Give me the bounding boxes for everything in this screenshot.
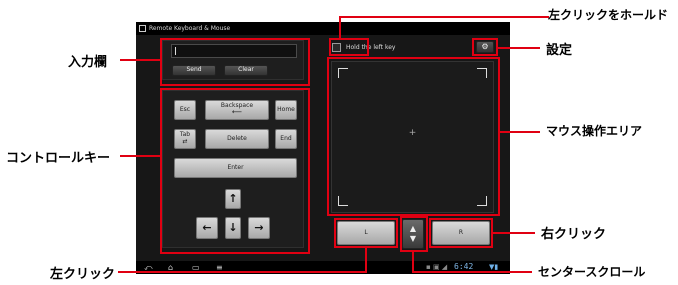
delete-key[interactable]: Delete <box>205 129 269 149</box>
center-scroll-control[interactable]: ▲ ▼ <box>402 219 424 249</box>
arrow-right-key[interactable]: → <box>248 217 270 239</box>
hold-checkbox[interactable] <box>332 43 341 52</box>
enter-key[interactable]: Enter <box>174 158 297 178</box>
leader-hold-h <box>339 16 549 18</box>
arrow-up-icon: ↑ <box>228 191 238 205</box>
esc-key[interactable]: Esc <box>174 100 196 120</box>
corner-bottom-right <box>477 196 487 206</box>
text-caret <box>175 47 176 55</box>
callout-left-click: 左クリック <box>50 267 116 282</box>
tab-key[interactable]: Tab ⇄ <box>174 129 196 149</box>
callout-hold-left: 左クリックをホールド <box>548 8 669 22</box>
arrow-down-key[interactable]: ↓ <box>225 217 241 239</box>
app-title: Remote Keyboard & Mouse <box>149 25 231 32</box>
callout-mouse-area: マウス操作エリア <box>546 124 643 138</box>
leader-control <box>120 155 160 157</box>
arrow-up-key[interactable]: ↑ <box>225 189 241 209</box>
corner-top-right <box>477 68 487 78</box>
text-input[interactable] <box>171 44 297 58</box>
leader-right-click <box>493 232 535 234</box>
end-key[interactable]: End <box>275 129 297 149</box>
callout-settings: 設定 <box>546 43 573 58</box>
leader-scroll-v <box>412 252 414 272</box>
input-panel: Send Clear <box>162 40 304 80</box>
gear-icon: ⚙ <box>481 41 489 51</box>
crosshair-icon: + <box>408 128 417 138</box>
callout-control-keys: コントロールキー <box>6 151 111 166</box>
leader-mouse-area <box>500 131 540 133</box>
callout-center-scroll: センタースクロール <box>538 265 646 279</box>
backspace-key[interactable]: Backspace ⟵ <box>205 100 269 120</box>
status-clock: 6:42 <box>454 262 474 271</box>
leader-input <box>120 59 160 61</box>
callout-input-field: 入力欄 <box>68 55 108 70</box>
scroll-up-icon: ▲ <box>409 224 417 233</box>
corner-bottom-left <box>338 196 348 206</box>
leader-hold-v <box>339 16 341 38</box>
callout-right-click: 右クリック <box>541 227 607 242</box>
arrow-right-icon: → <box>254 220 264 234</box>
control-keys-panel: Esc Backspace ⟵ Home Tab ⇄ Delete End En… <box>162 90 304 248</box>
leader-scroll-h <box>412 271 532 273</box>
leader-left-h <box>118 271 367 273</box>
send-button[interactable]: Send <box>172 65 216 76</box>
leader-left-v <box>365 248 367 272</box>
arrow-left-key[interactable]: ← <box>196 217 218 239</box>
hold-left-key-toggle[interactable]: Hold the left key <box>332 43 395 52</box>
hold-label: Hold the left key <box>346 44 396 51</box>
corner-top-left <box>338 68 348 78</box>
arrow-left-icon: ← <box>202 220 212 234</box>
right-click-button[interactable]: R <box>432 221 490 245</box>
settings-button[interactable]: ⚙ <box>476 41 494 53</box>
app-icon <box>139 25 146 32</box>
arrow-down-icon: ↓ <box>228 220 238 234</box>
leader-settings <box>498 47 540 49</box>
scroll-down-icon: ▼ <box>409 234 417 243</box>
title-bar: Remote Keyboard & Mouse <box>136 22 510 35</box>
mouse-area[interactable]: + <box>331 61 494 213</box>
backspace-arrow-icon: ⟵ <box>231 108 243 117</box>
tablet-screen: Remote Keyboard & Mouse Send Clear Esc B… <box>136 22 510 274</box>
home-key[interactable]: Home <box>275 100 297 120</box>
tab-arrows-icon: ⇄ <box>182 138 188 145</box>
left-click-button[interactable]: L <box>337 221 395 245</box>
clear-button[interactable]: Clear <box>224 65 268 76</box>
